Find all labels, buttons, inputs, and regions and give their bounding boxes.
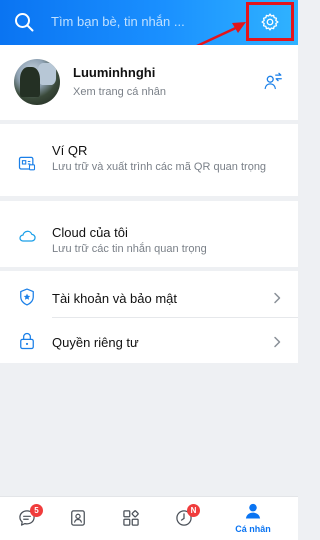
qr-wallet-card[interactable]: Ví QR Lưu trữ và xuất trình các mã QR qu… <box>0 124 298 196</box>
nav-profile-label: Cá nhân <box>235 524 271 534</box>
menu-item-label: Quyền riêng tư <box>52 335 139 350</box>
unread-badge: 5 <box>30 504 43 517</box>
profile-name: Luuminhnghi <box>73 65 156 80</box>
gear-icon[interactable] <box>260 12 280 32</box>
switch-account-icon[interactable] <box>262 71 284 93</box>
nav-discover[interactable] <box>106 497 156 540</box>
search-icon[interactable] <box>13 11 35 33</box>
chevron-right-icon <box>274 292 281 304</box>
qr-wallet-title: Ví QR <box>52 143 88 158</box>
nav-messages[interactable]: 5 <box>2 497 52 540</box>
qr-wallet-icon <box>18 156 36 171</box>
grid-icon <box>123 510 139 526</box>
qr-wallet-description: Lưu trữ và xuất trình các mã QR quan trọ… <box>52 161 267 173</box>
person-icon <box>245 503 261 519</box>
shield-icon <box>20 288 34 306</box>
view-profile-link[interactable]: Xem trang cá nhân <box>73 86 166 98</box>
menu-item-privacy[interactable]: Quyền riêng tư <box>0 317 298 363</box>
cloud-icon <box>19 230 36 242</box>
contacts-icon <box>71 510 85 526</box>
my-cloud-description: Lưu trữ các tin nhắn quan trọng <box>52 243 207 255</box>
menu-item-account-security[interactable]: Tài khoản và bảo mật <box>0 271 298 317</box>
nav-timeline[interactable]: N <box>159 497 209 540</box>
chevron-right-icon <box>274 336 281 348</box>
lock-icon <box>20 332 34 350</box>
profile-card[interactable]: Luuminhnghi Xem trang cá nhân <box>0 45 298 120</box>
menu-item-label: Tài khoản và bảo mật <box>52 291 178 306</box>
bottom-navigation: 5 N Cá nhân <box>0 496 298 540</box>
nav-contacts[interactable] <box>53 497 103 540</box>
my-cloud-title: Cloud của tôi <box>52 225 128 240</box>
avatar[interactable] <box>14 59 60 105</box>
new-badge: N <box>187 504 200 517</box>
my-cloud-card[interactable]: Cloud của tôi Lưu trữ các tin nhắn quan … <box>0 201 298 267</box>
settings-menu: Tài khoản và bảo mật Quyền riêng tư <box>0 271 298 363</box>
settings-highlight-box <box>246 2 294 41</box>
top-bar: Tìm bạn bè, tin nhắn ... <box>0 0 298 45</box>
nav-profile[interactable]: Cá nhân <box>218 497 288 540</box>
